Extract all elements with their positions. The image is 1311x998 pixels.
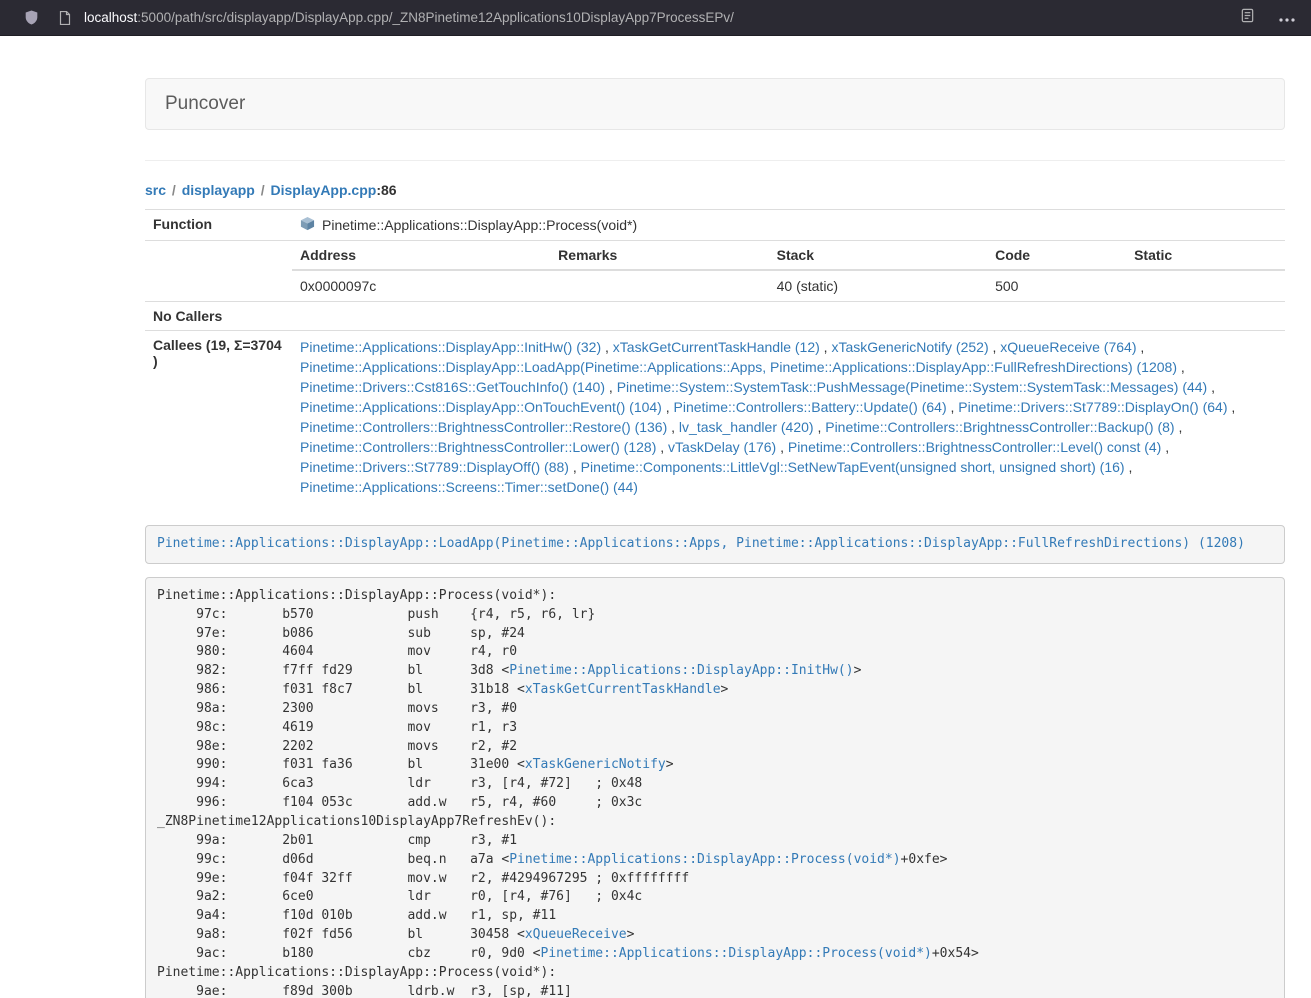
callee-link[interactable]: Pinetime::Drivers::Cst816S::GetTouchInfo… [300, 379, 605, 395]
callee-link[interactable]: Pinetime::Components::LittleVgl::SetNewT… [581, 459, 1125, 475]
callee-link[interactable]: vTaskDelay (176) [668, 439, 776, 455]
callee-link[interactable]: xTaskGenericNotify (252) [831, 339, 988, 355]
breadcrumb-link-displayapp[interactable]: displayapp [182, 182, 255, 198]
metrics-header-row: Address Remarks Stack Code Static [292, 241, 1285, 270]
no-callers-label: No Callers [145, 302, 292, 331]
column-header-address: Address [292, 241, 550, 270]
callee-link[interactable]: xTaskGetCurrentTaskHandle (12) [613, 339, 820, 355]
code-value: 500 [987, 270, 1126, 301]
callee-link[interactable]: Pinetime::Controllers::BrightnessControl… [300, 419, 667, 435]
address-value: 0x0000097c [292, 270, 550, 301]
stack-value: 40 (static) [769, 270, 987, 301]
column-header-code: Code [987, 241, 1126, 270]
callee-link[interactable]: Pinetime::Controllers::BrightnessControl… [788, 439, 1161, 455]
snippet-symbol-link[interactable]: Pinetime::Applications::DisplayApp::Load… [157, 536, 1245, 551]
address-bar[interactable]: localhost:5000/path/src/displayapp/Displ… [84, 10, 1240, 25]
page-info-icon[interactable] [59, 11, 71, 25]
callees-list: Pinetime::Applications::DisplayApp::Init… [292, 331, 1285, 504]
header-divider [145, 160, 1285, 161]
disasm-symbol-link[interactable]: Pinetime::Applications::DisplayApp::Proc… [509, 852, 900, 867]
metrics-table: Address Remarks Stack Code Static 0x0000… [292, 241, 1285, 301]
breadcrumb-link-src[interactable]: src [145, 182, 166, 198]
function-row: Function Pinetime::Applications::Display… [145, 210, 1285, 241]
disasm-symbol-link[interactable]: xQueueReceive [525, 927, 627, 942]
browser-toolbar: localhost:5000/path/src/displayapp/Displ… [0, 0, 1311, 36]
function-signature: Pinetime::Applications::DisplayApp::Proc… [322, 217, 637, 233]
column-header-remarks: Remarks [550, 241, 768, 270]
snippet-header-box: Pinetime::Applications::DisplayApp::Load… [145, 525, 1285, 564]
callee-link[interactable]: Pinetime::Controllers::Battery::Update()… [674, 399, 947, 415]
no-callers-row: No Callers [145, 302, 1285, 331]
url-host: localhost [84, 10, 137, 25]
callees-label: Callees (19, Σ=3704 ) [145, 331, 292, 504]
column-header-static: Static [1126, 241, 1285, 270]
callee-link[interactable]: Pinetime::Controllers::BrightnessControl… [300, 439, 656, 455]
callee-link[interactable]: Pinetime::Controllers::BrightnessControl… [825, 419, 1174, 435]
overflow-menu-icon[interactable] [1279, 9, 1295, 27]
callee-link[interactable]: Pinetime::Applications::DisplayApp::Load… [300, 359, 1177, 375]
disasm-symbol-link[interactable]: xTaskGenericNotify [525, 757, 666, 772]
breadcrumb-separator: / [170, 182, 178, 198]
metrics-value-row: 0x0000097c 40 (static) 500 [292, 270, 1285, 301]
callee-link[interactable]: Pinetime::Applications::DisplayApp::Init… [300, 339, 601, 355]
app-header: Puncover [145, 78, 1285, 130]
disasm-symbol-link[interactable]: xTaskGetCurrentTaskHandle [525, 682, 721, 697]
callee-link[interactable]: lv_task_handler (420) [679, 419, 814, 435]
disassembly-code: Pinetime::Applications::DisplayApp::Proc… [145, 577, 1285, 998]
metrics-row: Address Remarks Stack Code Static 0x0000… [145, 241, 1285, 302]
puncover-brand[interactable]: Puncover [165, 93, 245, 115]
callee-link[interactable]: Pinetime::System::SystemTask::PushMessag… [617, 379, 1208, 395]
function-cube-icon [300, 216, 315, 234]
callee-link[interactable]: Pinetime::Applications::DisplayApp::OnTo… [300, 399, 662, 415]
symbol-info-table: Function Pinetime::Applications::Display… [145, 209, 1285, 503]
callee-link[interactable]: xQueueReceive (764) [1000, 339, 1136, 355]
breadcrumb-link-file[interactable]: DisplayApp.cpp [271, 182, 377, 198]
remarks-value [550, 270, 768, 301]
disasm-symbol-link[interactable]: Pinetime::Applications::DisplayApp::Init… [509, 663, 853, 678]
url-path: :5000/path/src/displayapp/DisplayApp.cpp… [137, 10, 734, 25]
callees-row: Callees (19, Σ=3704 ) Pinetime::Applicat… [145, 331, 1285, 504]
function-row-label: Function [145, 210, 292, 241]
callee-link[interactable]: Pinetime::Drivers::St7789::DisplayOff() … [300, 459, 569, 475]
page-container: Puncover src / displayapp / DisplayApp.c… [145, 78, 1285, 998]
breadcrumb: src / displayapp / DisplayApp.cpp:86 [145, 182, 1285, 198]
breadcrumb-line-number: :86 [376, 182, 396, 198]
column-header-stack: Stack [769, 241, 987, 270]
callee-link[interactable]: Pinetime::Applications::Screens::Timer::… [300, 479, 638, 495]
reader-view-icon[interactable] [1240, 8, 1255, 28]
breadcrumb-separator: / [259, 182, 267, 198]
tracking-protection-shield-icon[interactable] [24, 9, 39, 26]
disasm-symbol-link[interactable]: Pinetime::Applications::DisplayApp::Proc… [541, 946, 932, 961]
static-value [1126, 270, 1285, 301]
callee-link[interactable]: Pinetime::Drivers::St7789::DisplayOn() (… [958, 399, 1227, 415]
